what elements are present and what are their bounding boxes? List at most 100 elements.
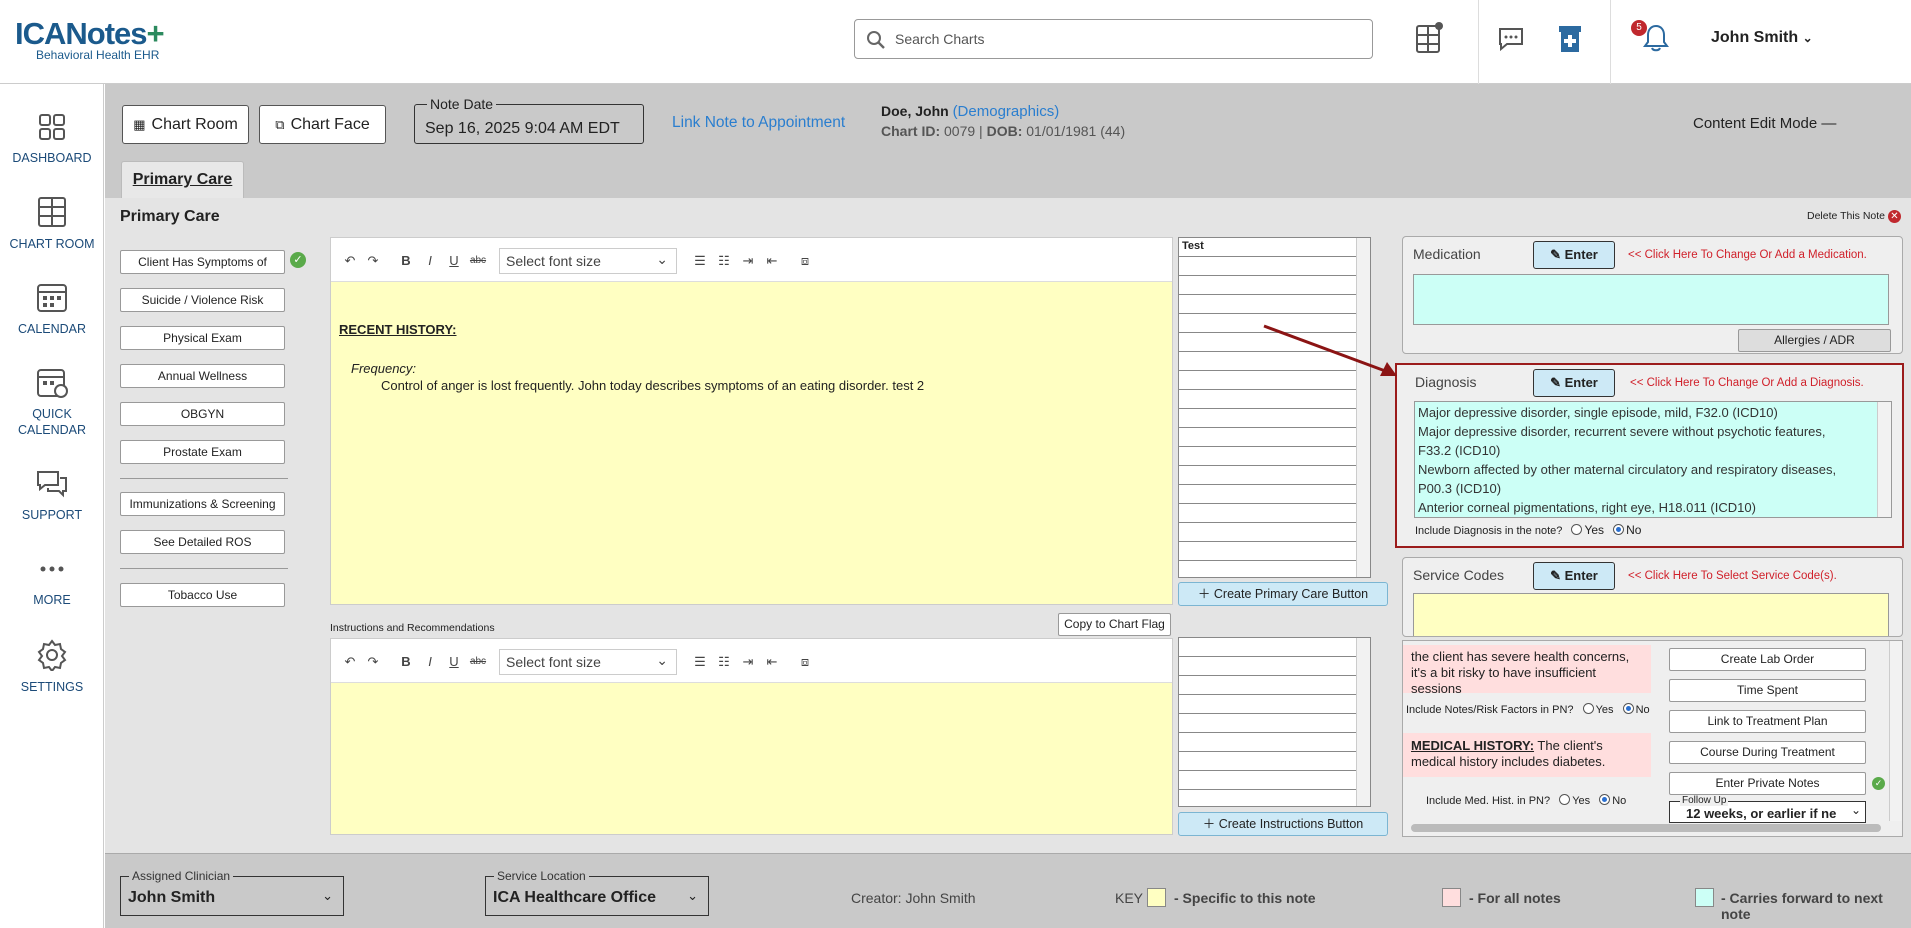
diagnosis-enter-button[interactable]: ✎ Enter [1533, 369, 1615, 397]
annual-wellness-button[interactable]: Annual Wellness [120, 364, 285, 388]
time-spent-button[interactable]: Time Spent [1669, 679, 1866, 702]
primary-care-buttons-grid[interactable]: Test [1178, 237, 1371, 578]
obgyn-button[interactable]: OBGYN [120, 402, 285, 426]
allergies-button[interactable]: Allergies / ADR [1738, 329, 1891, 352]
prescription-icon[interactable] [1557, 24, 1583, 54]
service-codes-list[interactable] [1413, 593, 1889, 636]
logo[interactable]: ICANotes+ [15, 16, 165, 52]
redo-icon[interactable]: ↷ [362, 651, 384, 673]
scrollbar[interactable] [1889, 641, 1902, 821]
scrollbar[interactable] [1356, 638, 1370, 806]
follow-up-select[interactable]: Follow Up 12 weeks, or earlier if ne ⌄ [1669, 795, 1866, 823]
message-icon[interactable] [1497, 26, 1525, 52]
instructions-editor[interactable]: ↶ ↷ B I U abc Select font size ⌄ ☰ ☷ ⇥ ⇤ … [330, 638, 1173, 835]
outdent-icon[interactable]: ⇤ [761, 250, 783, 272]
service-location-select[interactable]: Service Location ICA Healthcare Office ⌄ [485, 869, 709, 916]
include-med-history-no-radio[interactable] [1599, 794, 1611, 805]
bell-icon[interactable] [1642, 23, 1670, 53]
underline-button[interactable]: U [443, 250, 465, 272]
sidebar-item-dashboard[interactable]: DASHBOARD [0, 112, 104, 166]
horizontal-scrollbar[interactable] [1411, 824, 1881, 832]
service-codes-title: Service Codes [1413, 567, 1505, 583]
enter-private-notes-button[interactable]: Enter Private Notes [1669, 772, 1866, 795]
font-size-select[interactable]: Select font size ⌄ [499, 649, 677, 675]
note-date-value: Sep 16, 2025 9:04 AM EDT [425, 120, 620, 137]
create-lab-order-button[interactable]: Create Lab Order [1669, 648, 1866, 671]
sidebar-item-support[interactable]: SUPPORT [0, 469, 104, 523]
sidebar-item-more[interactable]: MORE [0, 554, 104, 608]
tab-primary-care[interactable]: Primary Care [121, 161, 244, 198]
diagnosis-hint: << Click Here To Change Or Add a Diagnos… [1630, 377, 1864, 389]
prostate-exam-button[interactable]: Prostate Exam [120, 440, 285, 464]
medical-history-text[interactable]: MEDICAL HISTORY: The client's medical hi… [1403, 733, 1651, 777]
scrollbar[interactable] [1356, 238, 1370, 577]
link-note-to-appointment[interactable]: Link Note to Appointment [672, 114, 845, 132]
strikethrough-button[interactable]: abc [467, 651, 489, 673]
bold-button[interactable]: B [395, 250, 417, 272]
unordered-list-icon[interactable]: ☷ [713, 250, 735, 272]
outdent-icon[interactable]: ⇤ [761, 651, 783, 673]
diagnosis-list[interactable]: Major depressive disorder, single episod… [1414, 401, 1892, 518]
delete-note-button[interactable]: Delete This Note ✕ [1807, 210, 1901, 223]
chart-face-button[interactable]: ⧉ Chart Face [259, 105, 386, 144]
source-code-icon[interactable]: ⧈ [794, 651, 816, 673]
create-primary-care-button[interactable]: ＋ Create Primary Care Button [1178, 582, 1388, 606]
sidebar-item-quick-calendar[interactable]: QUICK CALENDAR [0, 366, 104, 438]
risk-factors-text[interactable]: the client has severe health concerns, i… [1403, 645, 1651, 693]
unordered-list-icon[interactable]: ☷ [713, 651, 735, 673]
medication-enter-button[interactable]: ✎ Enter [1533, 241, 1615, 269]
chart-cabinet-icon[interactable] [1415, 22, 1443, 54]
client-symptoms-button[interactable]: Client Has Symptoms of [120, 250, 285, 274]
patient-info: Doe, John (Demographics) Chart ID: 0079 … [881, 103, 1126, 139]
include-med-history-yes-radio[interactable] [1559, 794, 1571, 805]
tobacco-use-button[interactable]: Tobacco Use [120, 583, 285, 607]
link-treatment-plan-button[interactable]: Link to Treatment Plan [1669, 710, 1866, 733]
immunizations-screening-button[interactable]: Immunizations & Screening [120, 492, 285, 516]
assigned-clinician-select[interactable]: Assigned Clinician John Smith ⌄ [120, 869, 344, 916]
user-menu[interactable]: John Smith ⌄ [1711, 29, 1813, 47]
editor-body[interactable]: RECENT HISTORY: Frequency: Control of an… [331, 282, 1172, 604]
include-diagnosis-no-radio[interactable] [1613, 524, 1625, 535]
key-cyan-text: - Carries forward to next note [1721, 890, 1883, 922]
demographics-link[interactable]: (Demographics) [953, 103, 1060, 120]
source-code-icon[interactable]: ⧈ [794, 250, 816, 272]
detailed-ros-button[interactable]: See Detailed ROS [120, 530, 285, 554]
sidebar-item-settings[interactable]: SETTINGS [0, 639, 104, 695]
strikethrough-button[interactable]: abc [467, 250, 489, 272]
search-icon [867, 31, 885, 49]
scrollbar[interactable] [1877, 402, 1891, 517]
font-size-select[interactable]: Select font size ⌄ [499, 248, 677, 274]
include-risk-yes-radio[interactable] [1582, 703, 1594, 714]
indent-icon[interactable]: ⇥ [737, 250, 759, 272]
instructions-buttons-grid[interactable] [1178, 637, 1371, 807]
include-diagnosis-yes-radio[interactable] [1571, 524, 1583, 535]
undo-icon[interactable]: ↶ [339, 651, 361, 673]
indent-icon[interactable]: ⇥ [737, 651, 759, 673]
ordered-list-icon[interactable]: ☰ [689, 250, 711, 272]
suicide-violence-risk-button[interactable]: Suicide / Violence Risk [120, 288, 285, 312]
chart-room-button[interactable]: ▦ Chart Room [122, 105, 249, 144]
service-codes-enter-button[interactable]: ✎ Enter [1533, 562, 1615, 590]
italic-button[interactable]: I [419, 651, 441, 673]
sidebar-item-calendar[interactable]: CALENDAR [0, 281, 104, 337]
copy-to-chart-flag-button[interactable]: Copy to Chart Flag [1058, 613, 1171, 636]
content-edit-mode-toggle[interactable]: Content Edit Mode — [1693, 115, 1836, 132]
include-risk-no-radio[interactable] [1622, 703, 1634, 714]
primary-care-editor[interactable]: ↶ ↷ B I U abc Select font size ⌄ ☰ ☷ ⇥ ⇤ … [330, 237, 1173, 605]
medication-list[interactable] [1413, 274, 1889, 325]
note-date-field[interactable]: Note Date Sep 16, 2025 9:04 AM EDT [414, 96, 644, 144]
editor-body[interactable] [331, 683, 1172, 834]
key-pink-text: - For all notes [1469, 890, 1561, 906]
redo-icon[interactable]: ↷ [362, 250, 384, 272]
search-input[interactable]: Search Charts [854, 19, 1373, 59]
sidebar-item-chart-room[interactable]: CHART ROOM [0, 196, 104, 252]
italic-button[interactable]: I [419, 250, 441, 272]
ordered-list-icon[interactable]: ☰ [689, 651, 711, 673]
undo-icon[interactable]: ↶ [339, 250, 361, 272]
underline-button[interactable]: U [443, 651, 465, 673]
physical-exam-button[interactable]: Physical Exam [120, 326, 285, 350]
course-during-treatment-button[interactable]: Course During Treatment [1669, 741, 1866, 764]
bold-button[interactable]: B [395, 651, 417, 673]
create-instructions-button[interactable]: ＋ Create Instructions Button [1178, 812, 1388, 836]
chevron-down-icon: ⌄ [656, 251, 668, 267]
